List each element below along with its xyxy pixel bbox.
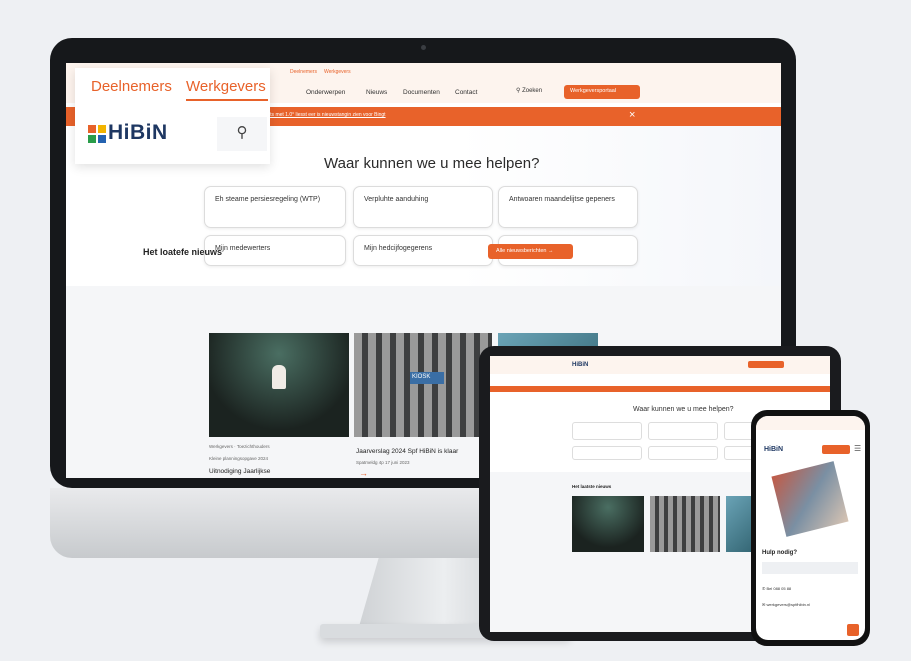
news-2-title[interactable]: Jaarverslag 2024 Spf HiBiN is klaar	[356, 448, 458, 455]
phone-email-line[interactable]: ✉ werkgevers@sptfhibin.nl	[762, 602, 810, 607]
nav-documenten[interactable]: Documenten	[403, 89, 440, 96]
raised-hand	[272, 365, 286, 389]
sign-label: KIOSK	[410, 372, 444, 384]
card-maandelijkse[interactable]: Antwoaren maandelijtse gepeners	[498, 186, 638, 228]
tablet-card[interactable]	[648, 446, 718, 460]
all-news-label: Alle nieuwsberichten	[496, 248, 547, 254]
search-button[interactable]: ⚲ Zoeken	[516, 87, 542, 94]
tablet-hero-title: Waar kunnen we u mee helpen?	[633, 406, 734, 413]
news-photo-2[interactable]	[354, 333, 492, 437]
phone-call-text: Bel 088 05 88	[766, 586, 792, 591]
phone-logo[interactable]: HiBiN	[764, 446, 783, 453]
hibin-logo-icon	[88, 125, 106, 143]
card-kerncijfers[interactable]: Mijn hedcijfogegerens	[353, 235, 493, 266]
all-news-button[interactable]: Alle nieuwsberichten →	[488, 244, 573, 259]
phone-email-text: werkgevers@sptfhibin.nl	[766, 602, 811, 607]
news-2-meta: Spatmeldg 4p 17 juni 2023	[356, 460, 410, 465]
phone-top-nav	[756, 416, 865, 430]
arrow-right-icon[interactable]: →	[359, 468, 368, 478]
phone-screen: HiBiN ☰ Hulp nodig? ✆ Bel 088 05 88 ✉ we…	[756, 416, 865, 640]
scroll-top-button[interactable]	[847, 624, 859, 636]
card-pensioenregeling[interactable]: Eh steame persiesregeling (WTP)	[204, 186, 346, 228]
news-1-title[interactable]: Uitnodiging Jaarlijkse	[209, 468, 270, 475]
news-1-tags: Werkgevers · Toezichthouders	[209, 444, 270, 449]
tablet-card[interactable]	[648, 422, 718, 440]
tablet-card[interactable]	[572, 446, 642, 460]
phone-help-title: Hulp nodig?	[762, 550, 797, 556]
tablet-news-photo-2[interactable]	[650, 496, 720, 552]
tablet-news-heading: Het laatste nieuws	[572, 484, 612, 489]
hibin-logo[interactable]: HiBiN	[108, 121, 168, 145]
overlay-tab-werkgevers[interactable]: Werkgevers	[186, 78, 266, 95]
subtab-deelnemers[interactable]: Deelnemers	[290, 69, 317, 75]
phone-call-line[interactable]: ✆ Bel 088 05 88	[762, 586, 791, 591]
overlay-tab-deelnemers[interactable]: Deelnemers	[91, 78, 172, 95]
tablet-card[interactable]	[572, 422, 642, 440]
tablet-banner	[490, 386, 830, 392]
camera-dot	[421, 45, 426, 50]
hero-title: Waar kunnen we u mee helpen?	[324, 155, 540, 172]
close-icon[interactable]: ×	[629, 109, 635, 121]
tablet-news-photo-1[interactable]	[572, 496, 644, 552]
nav-contact[interactable]: Contact	[455, 89, 477, 96]
news-heading: Het loatefe nieuws	[143, 247, 223, 257]
card-medewerkers[interactable]: Mijn medewerters	[204, 235, 346, 266]
nav-nieuws[interactable]: Nieuws	[366, 89, 387, 96]
active-tab-underline	[186, 99, 268, 101]
search-label: Zoeken	[522, 88, 543, 94]
phone-help-text	[762, 562, 858, 574]
menu-icon[interactable]: ☰	[854, 444, 861, 453]
phone-hero-image	[771, 461, 849, 537]
phone-cta-button[interactable]	[822, 445, 850, 454]
nav-onderwerpen[interactable]: Onderwerpen	[306, 89, 345, 96]
card-aanduiding[interactable]: Verpluhte aanduhing	[353, 186, 493, 228]
tablet-cta-button[interactable]	[748, 361, 784, 368]
banner-link[interactable]: Iets met 1.0° liesst eer is nieuwstangin…	[266, 112, 386, 118]
subtab-werkgevers[interactable]: Werkgevers	[324, 69, 351, 75]
news-1-meta: Kleine planningsopgave 2024	[209, 456, 269, 461]
werkgeversportaal-button[interactable]: Werkgeversportaal	[564, 85, 640, 99]
tablet-logo[interactable]: HiBiN	[572, 362, 588, 368]
search-icon[interactable]: ⚲	[217, 117, 267, 151]
